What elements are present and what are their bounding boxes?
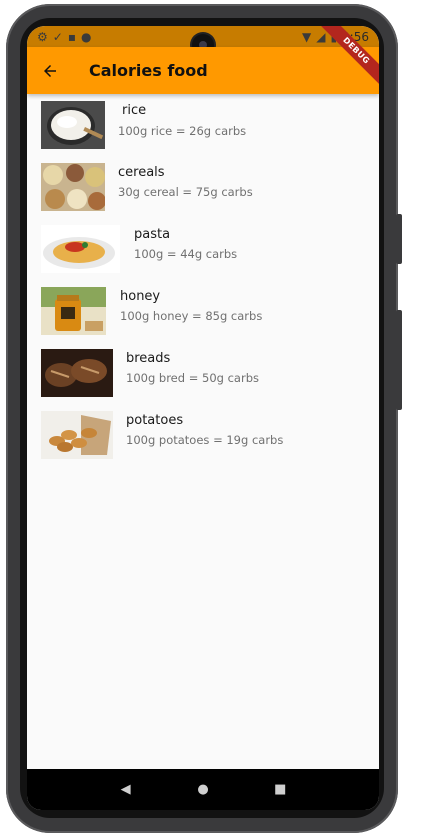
gear-icon: ⚙ <box>37 29 48 44</box>
food-item-cereals[interactable]: cereals 30g cereal = 75g carbs <box>41 163 371 215</box>
circle-home-icon[interactable]: ● <box>191 782 215 797</box>
food-desc: 100g rice = 26g carbs <box>118 124 247 138</box>
square-recents-icon[interactable]: ■ <box>268 782 292 797</box>
honey-image <box>41 287 106 335</box>
food-desc: 30g cereal = 75g carbs <box>118 185 253 199</box>
triangle-back-icon[interactable]: ◀ <box>114 782 138 797</box>
circle-icon: ● <box>80 29 92 44</box>
food-desc: 100g bred = 50g carbs <box>126 371 259 385</box>
power-button <box>396 310 402 410</box>
food-item-honey[interactable]: honey 100g honey = 85g carbs <box>41 287 371 339</box>
food-item-pasta[interactable]: pasta 100g = 44g carbs <box>41 225 371 277</box>
signal-icon: ◢ <box>316 29 326 44</box>
wifi-icon: ▼ <box>301 29 312 44</box>
volume-button <box>396 214 402 264</box>
food-name: breads <box>126 351 171 366</box>
sim-card-icon: ▪ <box>67 29 76 44</box>
app-bar: Calories food <box>27 47 379 94</box>
download-check-icon: ✓ <box>52 29 63 44</box>
food-name: honey <box>120 289 161 304</box>
app-screen: ⚙ ✓ ▪ ● ▼ ◢ ▮ 9:56 Calories food DEBUG <box>27 26 379 810</box>
system-nav-bar: ◀ ● ■ <box>27 769 379 810</box>
food-item-breads[interactable]: breads 100g bred = 50g carbs <box>41 349 371 401</box>
back-button[interactable] <box>27 47 73 94</box>
arrow-back-icon <box>44 64 56 77</box>
food-name: cereals <box>118 165 165 180</box>
pasta-image <box>41 225 120 273</box>
food-item-rice[interactable]: rice 100g rice = 26g carbs <box>41 101 371 153</box>
food-desc: 100g = 44g carbs <box>134 247 238 261</box>
food-desc: 100g potatoes = 19g carbs <box>126 433 284 447</box>
rice-image <box>41 101 105 149</box>
food-name: pasta <box>134 227 171 242</box>
cereals-image <box>41 163 105 211</box>
food-desc: 100g honey = 85g carbs <box>120 309 263 323</box>
page-title: Calories food <box>89 61 208 80</box>
breads-image <box>41 349 113 397</box>
food-name: rice <box>122 103 147 118</box>
food-item-potatoes[interactable]: potatoes 100g potatoes = 19g carbs <box>41 411 371 463</box>
potatoes-image <box>41 411 113 459</box>
food-name: potatoes <box>126 413 184 428</box>
